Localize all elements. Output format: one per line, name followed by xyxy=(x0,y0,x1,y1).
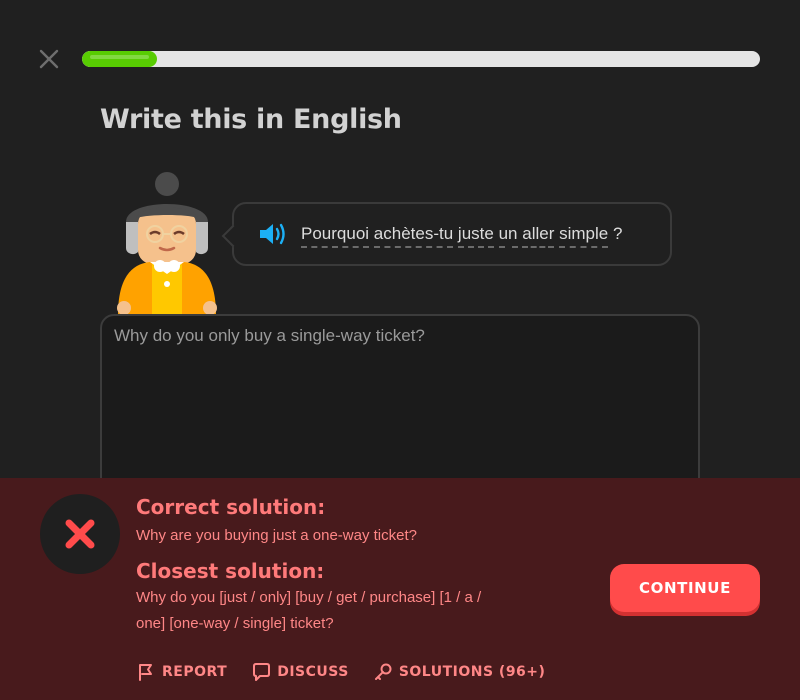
play-audio-button[interactable] xyxy=(258,221,288,247)
prompt-word[interactable]: achètes-tu xyxy=(373,224,454,248)
page-title: Write this in English xyxy=(100,104,402,135)
discuss-button[interactable]: DISCUSS xyxy=(251,662,349,682)
report-button[interactable]: REPORT xyxy=(136,662,227,682)
chat-bubble-icon xyxy=(253,663,271,681)
key-icon xyxy=(374,663,392,680)
prompt-word[interactable]: aller xyxy=(522,224,555,248)
continue-button[interactable]: CONTINUE xyxy=(610,564,760,612)
report-label: REPORT xyxy=(162,664,228,680)
correct-solution-text: Why are you buying just a one-way ticket… xyxy=(136,527,417,544)
prompt-word[interactable]: simple xyxy=(559,224,609,248)
prompt-word[interactable]: un xyxy=(498,224,518,248)
speech-bubble: Pourquoi achètes-tu juste un aller simpl… xyxy=(221,202,672,266)
prompt-word[interactable]: juste xyxy=(457,224,494,248)
closest-solution-heading: Closest solution: xyxy=(136,559,325,583)
incorrect-badge xyxy=(40,494,120,574)
prompt-word[interactable]: Pourquoi xyxy=(301,224,370,248)
prompt-punctuation: ? xyxy=(612,224,623,243)
feedback-panel: Correct solution: Why are you buying jus… xyxy=(0,478,800,700)
prompt-sentence: Pourquoi achètes-tu juste un aller simpl… xyxy=(301,224,623,248)
correct-solution-heading: Correct solution: xyxy=(136,495,326,519)
solutions-label: SOLUTIONS (96+) xyxy=(398,664,546,680)
close-icon xyxy=(39,49,59,69)
closest-solution-line2: one] [one-way / single] ticket? xyxy=(136,615,334,632)
closest-solution-line1: Why do you [just / only] [buy / get / pu… xyxy=(136,589,482,606)
character-avatar xyxy=(110,170,226,315)
x-mark-icon xyxy=(65,519,95,549)
feedback-actions: REPORT DISCUSS SOLUTIONS (96+) xyxy=(136,662,545,682)
close-button[interactable] xyxy=(38,48,60,70)
progress-fill xyxy=(82,51,157,67)
speaker-icon xyxy=(260,223,285,245)
solutions-button[interactable]: SOLUTIONS (96+) xyxy=(373,662,546,682)
lesson-progress-bar xyxy=(82,51,760,67)
answer-textarea[interactable]: Why do you only buy a single-way ticket? xyxy=(100,314,700,494)
discuss-label: DISCUSS xyxy=(277,664,349,680)
flag-icon xyxy=(139,664,152,681)
